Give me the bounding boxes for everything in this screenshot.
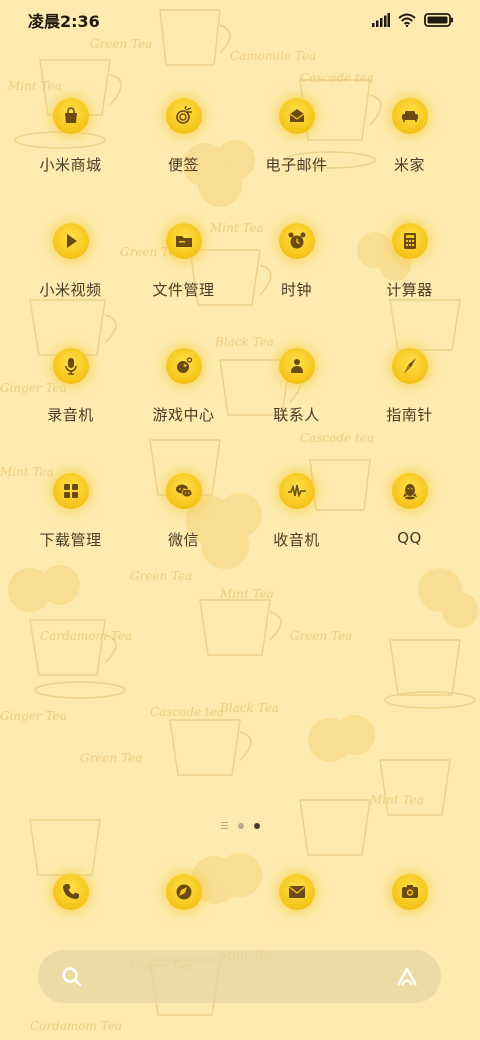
app-label: 游戏中心 [152,406,215,424]
folder-icon [175,236,192,247]
app-label: 计算器 [386,281,433,299]
menu-lines-icon [220,822,228,829]
app-recorder[interactable]: 录音机 [14,342,127,467]
svg-text:Ginger Tea: Ginger Tea [0,709,67,723]
battery-icon [424,13,453,27]
app-radio[interactable]: 收音机 [240,467,353,592]
page-dot-2[interactable] [253,822,260,829]
app-notes[interactable]: 便签 [127,92,240,217]
app-label: 时钟 [280,281,312,299]
app-calculator[interactable]: 计算器 [353,217,466,342]
app-downloads[interactable]: 下载管理 [14,467,127,592]
phone-icon [62,884,79,899]
page-dot-1[interactable] [237,822,244,829]
svg-text:Mint Tea: Mint Tea [369,793,424,807]
app-wechat[interactable]: 微信 [127,467,240,592]
assistant-icon[interactable] [395,965,419,989]
app-file-manager[interactable]: 文件管理 [127,217,240,342]
dock-phone[interactable] [14,868,127,910]
search-icon[interactable] [60,965,84,989]
app-label: QQ [397,529,422,547]
dock-camera[interactable] [353,868,466,910]
app-label: 收音机 [273,531,320,549]
app-compass[interactable]: 指南针 [353,342,466,467]
app-grid: 小米商城 便签 电子邮件 米家 小米视频 文件管理 时钟 计算器 录音机 游戏中… [0,92,480,592]
app-label: 电子邮件 [265,156,328,174]
svg-text:Cascade tea: Cascade tea [150,705,224,719]
wechat-icon [175,484,192,498]
app-label: 指南针 [386,406,433,424]
messages-icon [288,886,305,898]
app-email[interactable]: 电子邮件 [240,92,353,217]
app-game-center[interactable]: 游戏中心 [127,342,240,467]
download-grid-icon [63,484,78,498]
contact-icon [290,359,303,373]
status-bar: 凌晨2:36 [0,0,480,40]
email-icon [289,109,304,122]
svg-text:Cascade tea: Cascade tea [300,71,374,85]
svg-text:Green Tea: Green Tea [290,629,352,643]
play-icon [66,234,77,248]
sofa-icon [401,111,418,122]
app-contacts[interactable]: 联系人 [240,342,353,467]
page-indicator[interactable] [0,822,480,829]
svg-text:Camomile Tea: Camomile Tea [230,49,316,63]
app-label: 录音机 [47,406,94,424]
signal-icon [372,13,390,27]
app-label: 小米视频 [39,281,102,299]
app-mi-video[interactable]: 小米视频 [14,217,127,342]
app-label: 联系人 [273,406,320,424]
compass-icon [403,358,416,374]
app-qq[interactable]: QQ [353,467,466,592]
app-label: 微信 [167,531,199,549]
radio-wave-icon [287,484,306,498]
app-mi-store[interactable]: 小米商城 [14,92,127,217]
app-mijia[interactable]: 米家 [353,92,466,217]
app-label: 米家 [393,156,425,174]
status-icons [372,13,454,27]
dock [0,868,480,910]
dock-messages[interactable] [240,868,353,910]
svg-text:Cardamom Tea: Cardamom Tea [30,1019,122,1033]
status-time: 凌晨2:36 [28,12,100,31]
app-clock[interactable]: 时钟 [240,217,353,342]
svg-text:Cardamom Tea: Cardamom Tea [40,629,132,643]
calculator-icon [403,233,416,249]
app-label: 小米商城 [39,156,102,174]
shopping-bag-icon [64,107,77,123]
search-bar[interactable] [38,950,441,1003]
qq-penguin-icon [402,484,417,500]
svg-text:Mint Tea: Mint Tea [7,79,62,93]
wifi-icon [398,13,416,27]
notes-icon [175,106,192,124]
svg-text:Green Tea: Green Tea [80,751,142,765]
microphone-icon [64,358,77,375]
alarm-clock-icon [288,232,305,249]
browser-icon [176,884,191,900]
app-label: 下载管理 [39,531,102,549]
camera-icon [401,885,418,898]
svg-text:Black Tea: Black Tea [219,701,279,715]
app-label: 便签 [167,156,199,174]
game-icon [176,357,192,373]
app-label: 文件管理 [152,281,215,299]
dock-browser[interactable] [127,868,240,910]
